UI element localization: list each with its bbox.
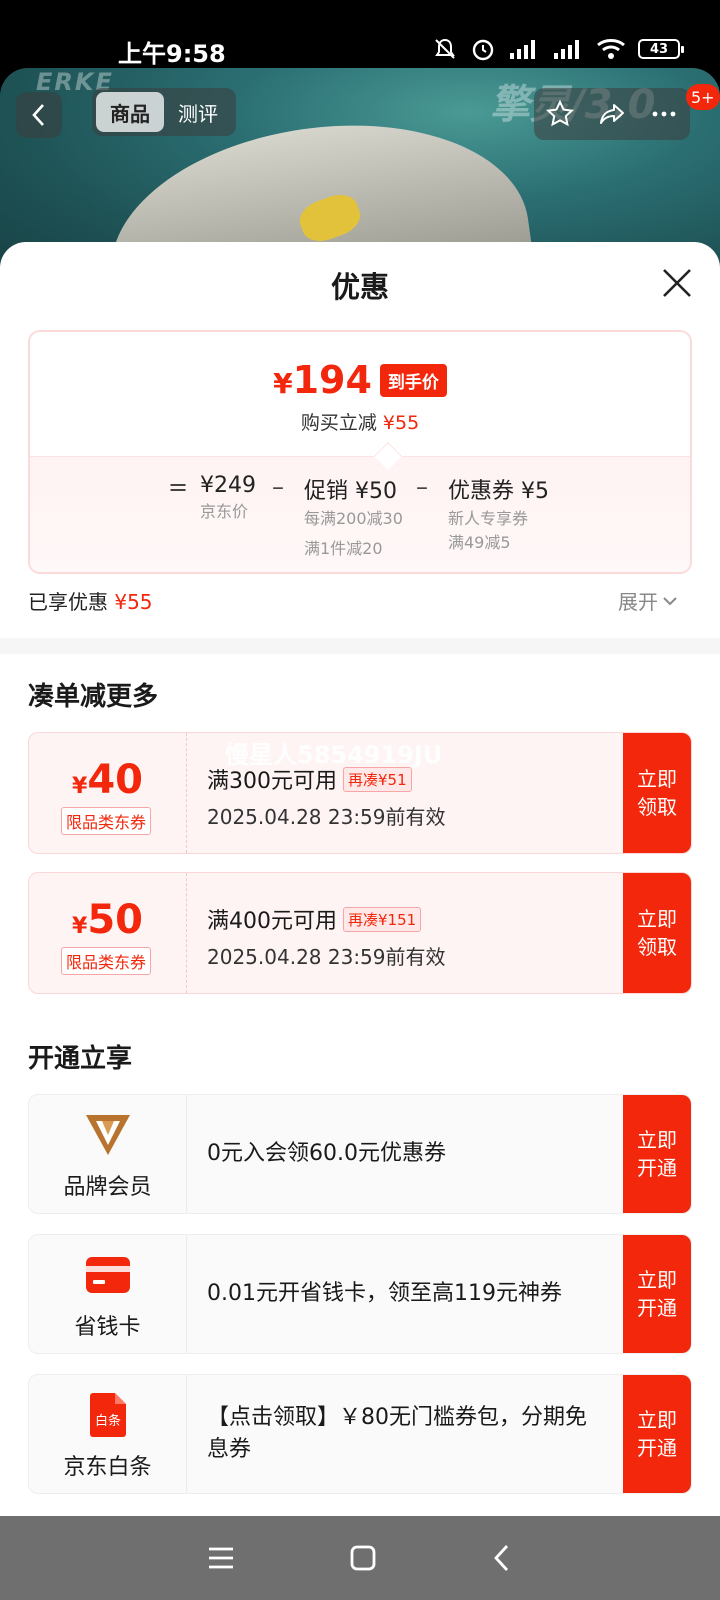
benefit-card: 白条 京东白条 【点击领取】￥80无门槛券包，分期免息券 立即 开通 xyxy=(28,1374,692,1494)
purchase-reduction: 购买立减 ¥55 xyxy=(300,412,420,434)
message-badge: 5+ xyxy=(686,84,720,110)
coupon-amount-area: ¥50 限品类东券 xyxy=(29,873,187,993)
close-button[interactable] xyxy=(660,266,694,300)
benefit-brand-area: 白条 京东白条 xyxy=(29,1375,187,1493)
watermark: 慢星人5854919JU xyxy=(225,741,443,769)
wifi-icon xyxy=(597,39,625,59)
svg-text:白条: 白条 xyxy=(95,1413,121,1429)
final-price-tag: 到手价 xyxy=(379,363,447,397)
status-time: 上午9:58 xyxy=(118,40,226,68)
signal-icon-1 xyxy=(510,40,535,59)
section-title-open: 开通立享 xyxy=(28,1044,133,1074)
coupon-extra-tag: 再凑¥51 xyxy=(343,766,412,792)
promotion-discount: 促销 ¥50 每满200减30 满1件减20 xyxy=(304,479,403,558)
benefit-name: 省钱卡 xyxy=(74,1315,141,1340)
tab-product[interactable]: 商品 xyxy=(96,92,164,132)
tab-switcher: 商品 测评 xyxy=(92,88,236,136)
benefit-description: 0元入会领60.0元优惠券 xyxy=(207,1141,446,1166)
coupon-discount: 优惠券 ¥5 新人专享券 满49减5 xyxy=(448,479,549,552)
coupon-category: 限品类东券 xyxy=(61,947,152,975)
coupon-validity: 2025.04.28 23:59前有效 xyxy=(207,805,446,829)
coupon-details: 满300元可用 再凑¥51 2025.04.28 23:59前有效 xyxy=(207,763,446,830)
minus-sign-1: – xyxy=(272,473,284,501)
benefit-name: 品牌会员 xyxy=(63,1175,152,1200)
price-breakdown-card: ¥194 到手价 购买立减 ¥55 = ¥249 京东价 – 促销 ¥50 每满… xyxy=(28,330,692,574)
signal-icon-2 xyxy=(554,40,579,59)
back-button[interactable] xyxy=(16,92,62,138)
coupon-validity: 2025.04.28 23:59前有效 xyxy=(207,945,446,969)
saving-card-icon xyxy=(84,1253,132,1297)
coupon-condition: 满400元可用 xyxy=(207,909,337,934)
header-actions xyxy=(534,88,690,140)
price-formula: = ¥249 京东价 – 促销 ¥50 每满200减30 满1件减20 – 优惠… xyxy=(30,456,690,572)
coupon-card: ¥50 限品类东券 满400元可用 再凑¥151 2025.04.28 23:59… xyxy=(28,872,692,994)
close-icon xyxy=(663,269,691,297)
minus-sign-2: – xyxy=(416,473,428,501)
claim-coupon-button[interactable]: 立即 领取 xyxy=(623,733,691,853)
benefit-card: 省钱卡 0.01元开省钱卡，领至高119元神券 立即 开通 xyxy=(28,1234,692,1354)
coupon-amount: ¥50 xyxy=(72,897,143,943)
open-benefit-button[interactable]: 立即 开通 xyxy=(623,1235,691,1353)
back-icon xyxy=(32,104,44,126)
claim-coupon-button[interactable]: 立即 领取 xyxy=(623,873,691,993)
equals-sign: = xyxy=(168,473,189,501)
benefit-description: 【点击领取】￥80无门槛券包，分期免息券 xyxy=(207,1405,587,1462)
alarm-icon xyxy=(472,39,494,61)
final-price: ¥194 到手价 xyxy=(30,358,690,402)
final-price-value: ¥194 xyxy=(273,358,372,402)
coupon-extra-tag: 再凑¥151 xyxy=(343,906,422,932)
benefit-description: 0.01元开省钱卡，领至高119元神券 xyxy=(207,1281,562,1306)
share-icon[interactable] xyxy=(597,99,627,129)
discount-sheet: 优惠 ¥194 到手价 购买立减 ¥55 = ¥249 京东价 – 促销 ¥50… xyxy=(0,242,720,1516)
enjoyed-discount: 已享优惠 ¥55 xyxy=(28,590,153,614)
system-nav-bar xyxy=(0,1516,720,1600)
menu-icon[interactable] xyxy=(206,1545,236,1571)
coupon-amount: ¥40 xyxy=(72,757,143,803)
section-title-more: 凑单减更多 xyxy=(28,682,159,712)
tab-review[interactable]: 测评 xyxy=(164,92,232,132)
benefit-brand-area: 品牌会员 xyxy=(29,1095,187,1213)
status-icons: 43 xyxy=(432,36,684,62)
coupon-card: ¥40 限品类东券 满300元可用 再凑¥51 2025.04.28 23:59前… xyxy=(28,732,692,854)
base-price: ¥249 京东价 xyxy=(200,473,256,521)
coupon-details: 满400元可用 再凑¥151 2025.04.28 23:59前有效 xyxy=(207,903,446,970)
battery-icon: 43 xyxy=(638,39,684,59)
baitiao-icon: 白条 xyxy=(84,1393,132,1437)
benefit-name: 京东白条 xyxy=(63,1455,152,1480)
home-icon[interactable] xyxy=(348,1543,378,1573)
chevron-down-icon xyxy=(663,596,677,605)
sheet-title: 优惠 xyxy=(330,270,389,304)
section-divider xyxy=(0,638,720,654)
more-icon[interactable] xyxy=(649,99,679,129)
expand-label: 展开 xyxy=(618,590,658,614)
open-benefit-button[interactable]: 立即 开通 xyxy=(623,1095,691,1213)
benefit-card: 品牌会员 0元入会领60.0元优惠券 立即 开通 xyxy=(28,1094,692,1214)
benefit-brand-area: 省钱卡 xyxy=(29,1235,187,1353)
open-benefit-button[interactable]: 立即 开通 xyxy=(623,1375,691,1493)
coupon-category: 限品类东券 xyxy=(61,807,152,835)
back-nav-icon[interactable] xyxy=(490,1543,514,1573)
coupon-amount-area: ¥40 限品类东券 xyxy=(29,733,187,853)
favorite-star-icon[interactable] xyxy=(545,99,575,129)
mute-icon xyxy=(435,38,455,59)
expand-toggle[interactable]: 展开 xyxy=(618,586,678,615)
brand-member-icon xyxy=(84,1113,132,1157)
price-summary: ¥194 到手价 购买立减 ¥55 xyxy=(30,332,690,456)
